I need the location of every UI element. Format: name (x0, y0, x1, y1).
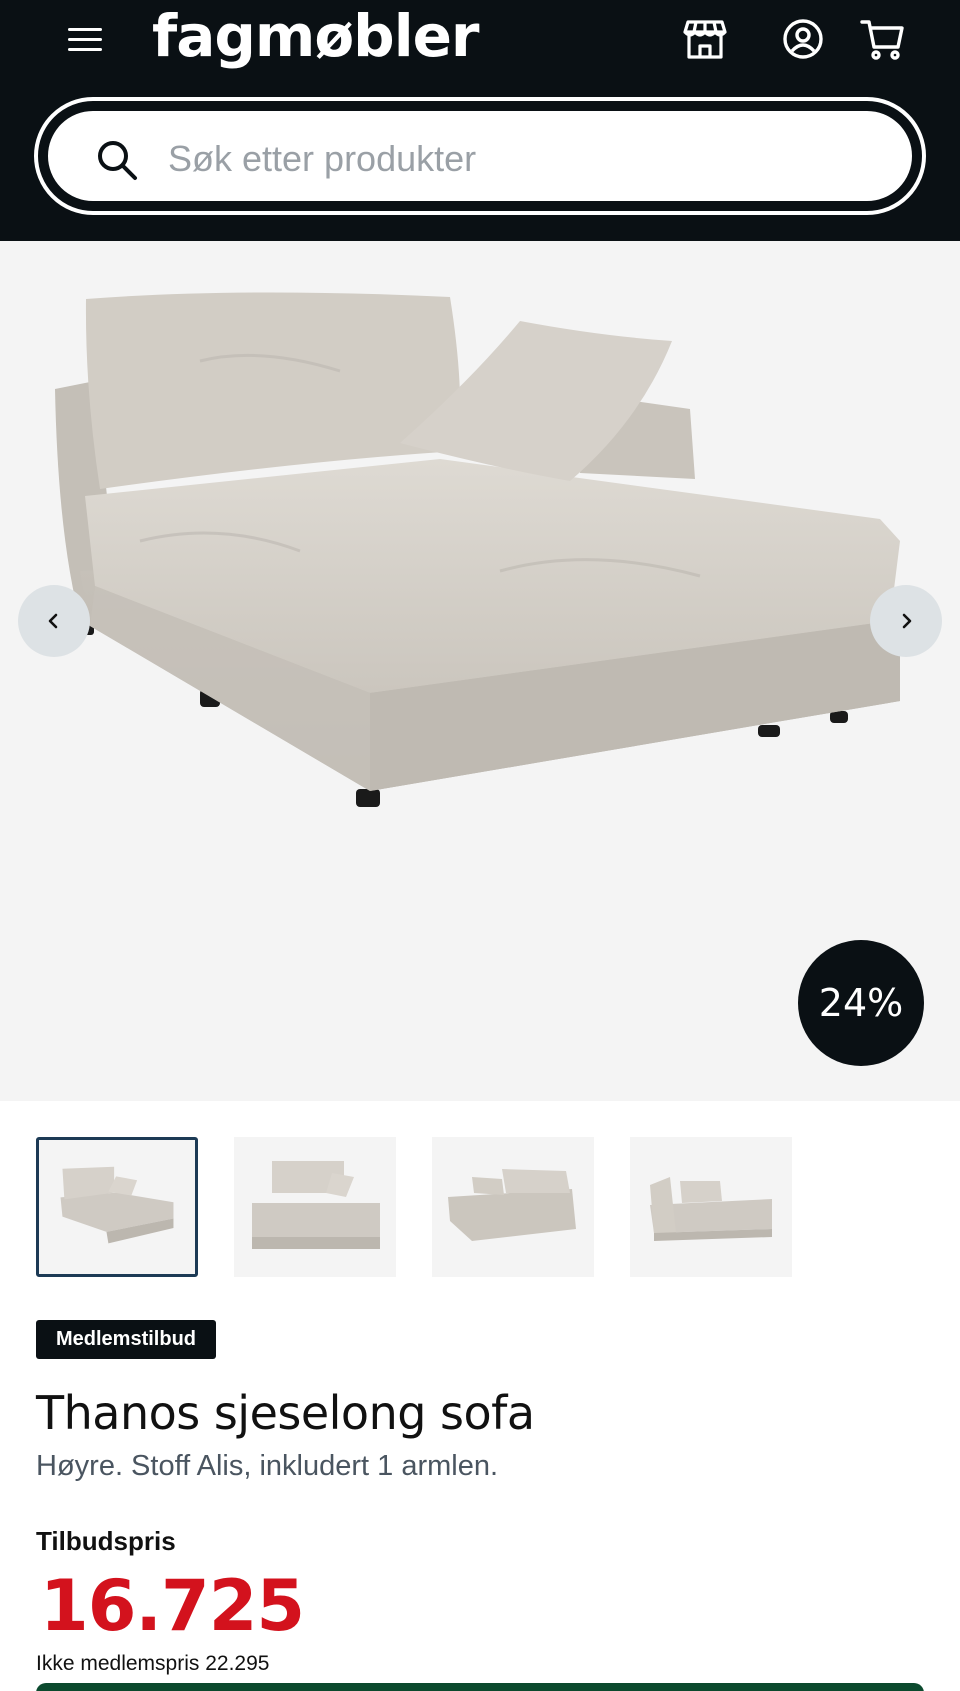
site-header: fagmøbler (0, 0, 960, 241)
member-offer-badge: Medlemstilbud (36, 1320, 217, 1359)
thumbnail-1[interactable] (36, 1137, 198, 1277)
search-field-container (44, 107, 916, 205)
thumbnail-3[interactable] (432, 1137, 594, 1277)
offer-price: 16.725 (40, 1565, 305, 1647)
offer-price-label: Tilbudspris (36, 1526, 176, 1556)
site-logo[interactable]: fagmøbler (152, 0, 480, 72)
previous-image-button[interactable] (18, 585, 90, 657)
product-title: Thanos sjeselong sofa (36, 1386, 535, 1440)
thumbnail-2[interactable] (234, 1137, 396, 1277)
chevron-left-icon (48, 613, 58, 629)
product-subtitle: Høyre. Stoff Alis, inkludert 1 armlen. (36, 1450, 499, 1482)
search-input[interactable] (168, 127, 868, 191)
sofa-thumbnail-image (252, 1161, 380, 1249)
chevron-right-icon (902, 613, 912, 629)
search-icon[interactable] (94, 137, 140, 183)
account-icon[interactable] (778, 14, 828, 64)
sofa-thumbnail-image (448, 1169, 576, 1241)
thumbnail-4[interactable] (630, 1137, 792, 1277)
next-image-button[interactable] (870, 585, 942, 657)
discount-badge: 24% (798, 940, 924, 1066)
sofa-thumbnail-image (60, 1166, 174, 1244)
sofa-thumbnail-image (650, 1177, 772, 1241)
cart-icon[interactable] (858, 14, 908, 64)
non-member-price: Ikke medlemspris 22.295 (36, 1652, 270, 1675)
store-icon[interactable] (680, 14, 730, 64)
menu-icon[interactable] (66, 24, 104, 56)
product-image-gallery: 24% (0, 241, 960, 1101)
search-bar (34, 97, 926, 215)
add-to-cart-button[interactable] (36, 1683, 924, 1691)
